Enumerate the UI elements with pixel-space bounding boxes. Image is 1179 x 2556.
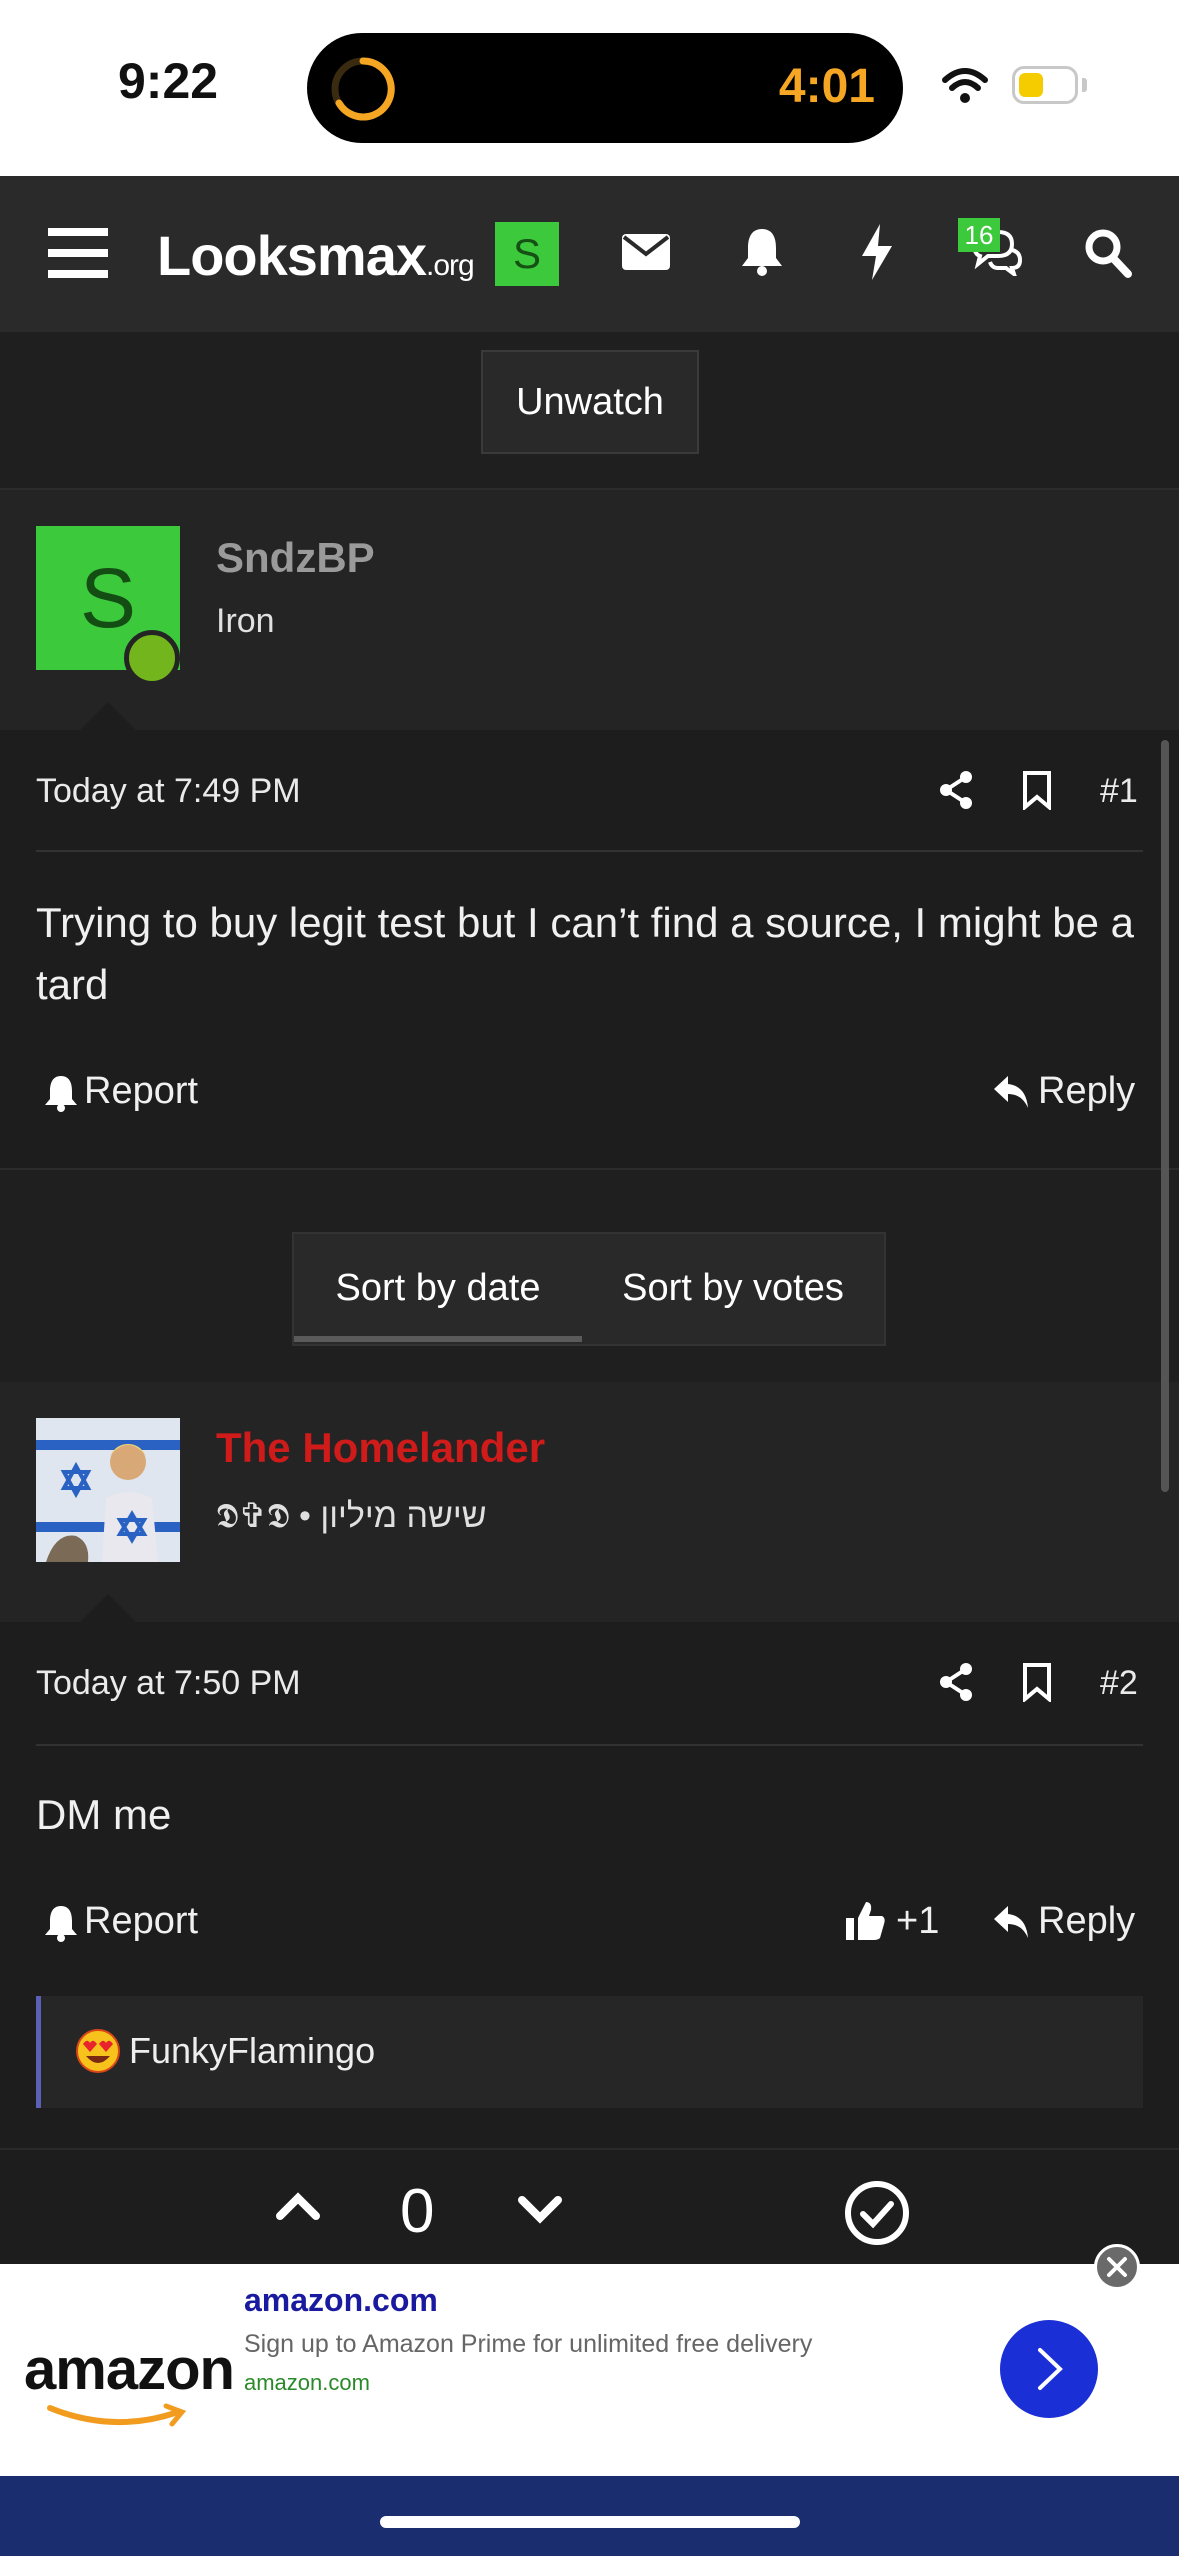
active-tab-underline	[294, 1336, 582, 1342]
scrollbar-thumb[interactable]	[1161, 740, 1169, 1492]
dynamic-island: 4:01	[307, 33, 903, 143]
logo-suffix: .org	[426, 249, 475, 282]
post-2-report-link[interactable]: Report	[84, 1900, 198, 1943]
amazon-smile-logo	[47, 2403, 187, 2427]
post-2-user-title: 𝕯✞𝕯 • שישה מיליון	[216, 1497, 487, 1535]
ad-close-button[interactable]	[1094, 2244, 1140, 2290]
mark-solution-check-icon[interactable]	[844, 2180, 910, 2246]
share-icon[interactable]	[938, 770, 974, 810]
alerts-bell-icon[interactable]	[740, 226, 784, 276]
site-logo[interactable]: Looksmax.org	[157, 223, 475, 288]
inbox-envelope-icon[interactable]	[622, 234, 670, 270]
sort-by-votes-tab[interactable]: Sort by votes	[582, 1234, 884, 1344]
post-2-number[interactable]: #2	[1100, 1664, 1138, 1703]
close-icon	[1107, 2257, 1127, 2277]
wifi-icon	[942, 68, 988, 103]
reply-arrow-icon[interactable]	[992, 1074, 1030, 1110]
timer-ring-icon	[331, 57, 395, 121]
post-1-number[interactable]: #1	[1100, 772, 1138, 811]
status-bar: 9:22 4:01	[0, 0, 1179, 176]
ad-banner[interactable]: amazon amazon.com Sign up to Amazon Prim…	[0, 2264, 1179, 2476]
account-avatar[interactable]: S	[495, 222, 559, 286]
thread-actions: Unwatch	[0, 332, 1179, 490]
post-1-author: S SndzBP Iron	[0, 490, 1179, 730]
battery-icon	[1012, 66, 1078, 104]
sort-tabs: Sort by date Sort by votes	[292, 1232, 886, 1346]
bookmark-icon[interactable]	[1022, 1662, 1052, 1702]
whats-new-bolt-icon[interactable]	[860, 224, 894, 280]
island-timer: 4:01	[778, 60, 875, 113]
post-2-divider	[36, 1744, 1143, 1746]
conversations-badge: 16	[958, 218, 1000, 252]
post-1-user-title: Iron	[216, 602, 275, 640]
reactions-bar[interactable]: FunkyFlamingo	[36, 1996, 1143, 2108]
post-1-body: Trying to buy legit test but I can’t fin…	[36, 899, 1135, 1008]
upvote-chevron-icon[interactable]	[276, 2190, 320, 2220]
ad-cta-button[interactable]	[1000, 2320, 1098, 2418]
battery-cap	[1082, 78, 1087, 92]
heart-eyes-emoji-icon	[76, 2029, 120, 2073]
reaction-username[interactable]: FunkyFlamingo	[129, 2030, 375, 2072]
report-bell-icon[interactable]	[44, 1904, 78, 1942]
like-thumb-icon[interactable]	[844, 1900, 886, 1942]
vote-count: 0	[400, 2177, 435, 2246]
post-2-reply-link[interactable]: Reply	[1038, 1900, 1135, 1943]
home-indicator[interactable]	[380, 2516, 800, 2528]
post-2-body: DM me	[36, 1791, 172, 1838]
post-1-pointer	[80, 702, 136, 730]
status-time: 9:22	[118, 53, 219, 109]
sort-by-date-tab[interactable]: Sort by date	[294, 1234, 582, 1344]
post-2-date[interactable]: Today at 7:50 PM	[36, 1664, 301, 1703]
post-2-pointer	[80, 1594, 136, 1622]
sort-section: Sort by date Sort by votes	[0, 1168, 1179, 1382]
post-1-username[interactable]: SndzBP	[216, 534, 375, 582]
vote-bar: 0	[0, 2148, 1179, 2268]
ad-url[interactable]: amazon.com	[244, 2370, 370, 2396]
post-2-username[interactable]: The Homelander	[216, 1424, 545, 1472]
hamburger-menu-icon[interactable]	[48, 226, 108, 280]
post-2-like-count[interactable]: +1	[896, 1900, 939, 1943]
logo-main: Looksmax	[157, 224, 427, 287]
unwatch-button[interactable]: Unwatch	[481, 350, 699, 454]
bookmark-icon[interactable]	[1022, 770, 1052, 810]
chevron-right-icon	[1038, 2348, 1063, 2390]
search-icon[interactable]	[1084, 228, 1132, 278]
ad-title[interactable]: amazon.com	[244, 2282, 438, 2319]
ad-description: Sign up to Amazon Prime for unlimited fr…	[244, 2330, 813, 2358]
battery-level	[1019, 73, 1043, 97]
post-2-author: The Homelander 𝕯✞𝕯 • שישה מיליון	[0, 1382, 1179, 1622]
post-2-avatar[interactable]	[36, 1418, 180, 1562]
post-1-reply-link[interactable]: Reply	[1038, 1070, 1135, 1113]
ad-logo: amazon	[24, 2337, 235, 2402]
top-navbar: Looksmax.org S 16	[0, 176, 1179, 332]
share-icon[interactable]	[938, 1662, 974, 1702]
post-1-report-link[interactable]: Report	[84, 1070, 198, 1113]
post-1-divider	[36, 850, 1143, 852]
online-status-dot	[124, 630, 180, 686]
reply-arrow-icon[interactable]	[992, 1904, 1030, 1940]
post-1-date[interactable]: Today at 7:49 PM	[36, 772, 301, 811]
report-bell-icon[interactable]	[44, 1074, 78, 1112]
downvote-chevron-icon[interactable]	[518, 2196, 562, 2226]
